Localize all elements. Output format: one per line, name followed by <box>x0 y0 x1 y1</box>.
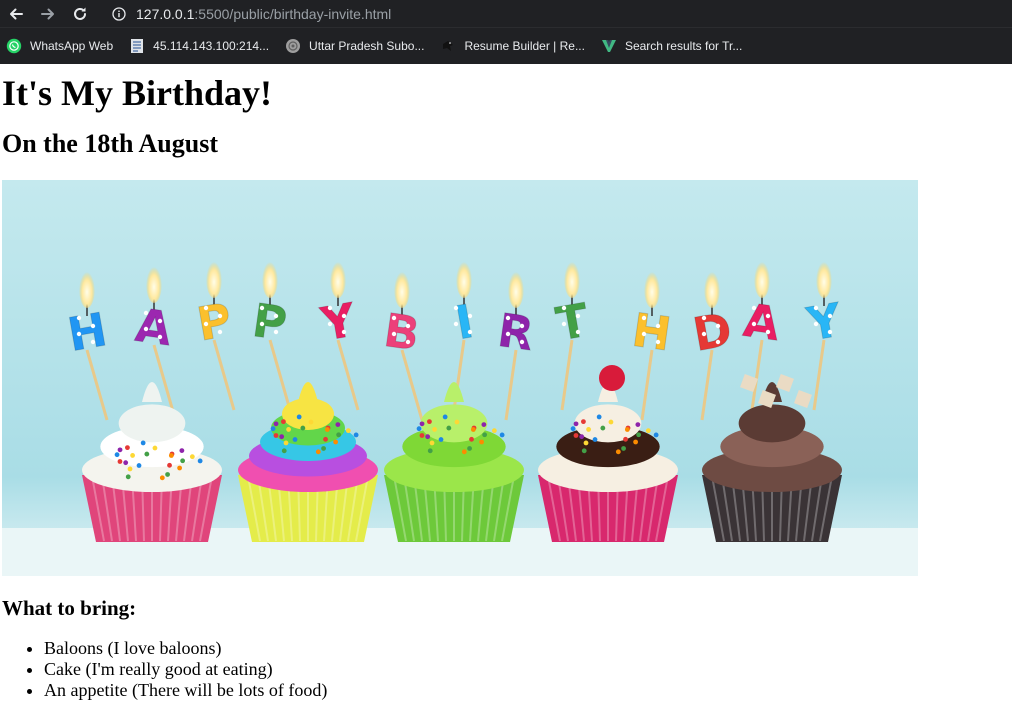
reload-icon <box>74 7 86 20</box>
whatsapp-icon <box>6 38 22 54</box>
reload-button[interactable] <box>68 0 92 27</box>
document-icon <box>129 38 145 54</box>
browser-chrome: 127.0.0.1:5500/public/birthday-invite.ht… <box>0 0 1012 64</box>
address-row: 127.0.0.1:5500/public/birthday-invite.ht… <box>0 0 1012 27</box>
v-logo-icon <box>601 38 617 54</box>
back-arrow-icon <box>10 8 23 19</box>
svg-text:H: H <box>629 303 675 362</box>
bookmark-label: Search results for Tr... <box>624 39 743 53</box>
bookmark-whatsapp[interactable]: WhatsApp Web <box>6 38 113 54</box>
address-bar[interactable]: 127.0.0.1:5500/public/birthday-invite.ht… <box>100 0 1012 27</box>
forward-arrow-icon <box>41 8 54 19</box>
bookmark-label: Uttar Pradesh Subo... <box>309 39 425 53</box>
list-item: Baloons (I love baloons) <box>44 638 1012 659</box>
bookmark-resume-builder[interactable]: Resume Builder | Re... <box>440 38 585 54</box>
page-subtitle: On the 18th August <box>2 129 218 158</box>
list-item: An appetite (There will be lots of food) <box>44 680 1012 701</box>
bookmark-search-results[interactable]: Search results for Tr... <box>601 38 742 54</box>
url-host: 127.0.0.1 <box>136 5 195 22</box>
forward-button[interactable] <box>36 0 60 27</box>
page-title: It's My Birthday! <box>2 73 272 113</box>
list-item: Cake (I'm really good at eating) <box>44 659 1012 680</box>
back-button[interactable] <box>4 0 28 27</box>
bring-list: Baloons (I love baloons) Cake (I'm reall… <box>2 638 1012 701</box>
bookmark-uttar-pradesh[interactable]: Uttar Pradesh Subo... <box>285 38 424 54</box>
bookmark-label: 45.114.143.100:214... <box>153 39 270 53</box>
bird-icon <box>440 38 456 54</box>
bookmark-label: Resume Builder | Re... <box>464 39 585 53</box>
bookmark-ip-address[interactable]: 45.114.143.100:214... <box>129 38 269 54</box>
bookmark-label: WhatsApp Web <box>30 39 114 53</box>
site-info-icon[interactable] <box>112 6 126 21</box>
svg-text:R: R <box>494 303 537 361</box>
svg-text:B: B <box>381 303 423 361</box>
bring-heading: What to bring: <box>2 596 137 620</box>
page-content: It's My Birthday! On the 18th August HAP… <box>0 72 1012 701</box>
bookmarks-bar: WhatsApp Web 45.114.143.100:214... Uttar… <box>0 27 1012 64</box>
happy-birthday-cupcakes-image: HAPPYBIRTHDAY <box>2 180 918 576</box>
emblem-icon <box>285 38 301 54</box>
url-path: :5500/public/birthday-invite.html <box>194 5 392 22</box>
